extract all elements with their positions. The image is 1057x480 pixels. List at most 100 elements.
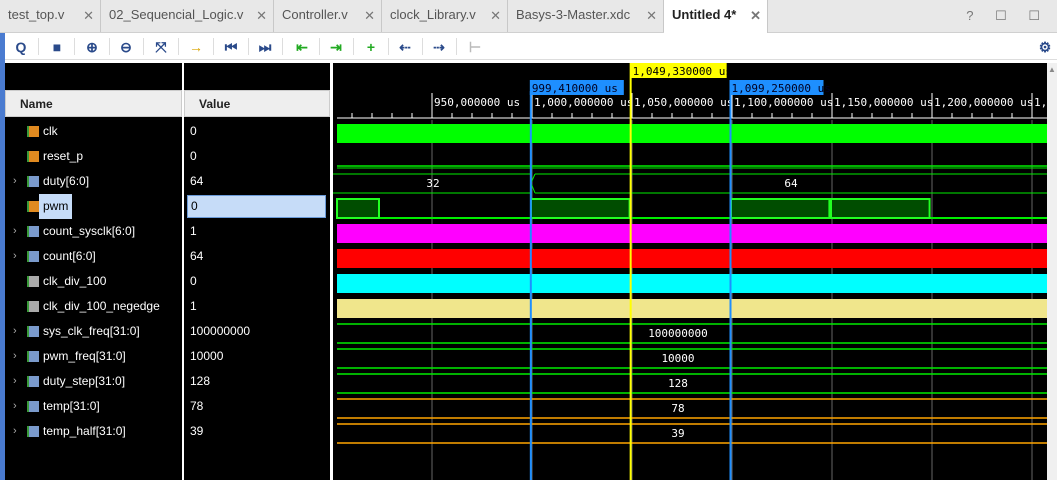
tick-label: 1,050,000000 us <box>634 96 733 109</box>
zoom-in-icon[interactable]: ⊕ <box>82 37 102 57</box>
add-marker-icon[interactable]: + <box>361 37 381 57</box>
duty-bus-value: 32 <box>426 177 439 190</box>
search-icon[interactable]: Q <box>11 37 31 57</box>
signal-value: 0 <box>190 124 197 138</box>
swap-cursors-icon[interactable]: ⊢ <box>465 37 485 57</box>
pwm-high-pulse <box>830 198 931 219</box>
bus-value-label: 128 <box>668 377 688 390</box>
close-tab-icon[interactable]: ✕ <box>750 1 761 31</box>
bus-value-label: 39 <box>671 427 684 440</box>
signal-name: clk_div_100_negedge <box>43 299 160 313</box>
next-marker-icon[interactable]: ⇢ <box>429 37 449 57</box>
bus-signal-icon <box>27 251 39 262</box>
pwm-high-pulse <box>336 198 380 219</box>
value-panel: Value 0 0 64 0 1 64 0 1 100000000 10000 128 78 39 <box>184 63 330 480</box>
expand-chevron-icon[interactable]: › <box>13 169 17 194</box>
signal-value: 1 <box>190 299 197 313</box>
tab-label: Controller.v <box>282 7 348 22</box>
go-to-end-icon[interactable]: ⏭ <box>255 37 275 57</box>
signal-row[interactable]: clk_div_100_negedge <box>5 294 182 319</box>
signal-row[interactable]: pwm <box>5 194 182 219</box>
expand-chevron-icon[interactable]: › <box>13 369 17 394</box>
marker-time: 1,099,250000 us <box>732 82 831 95</box>
signal-row[interactable]: clk <box>5 119 182 144</box>
toolbar-separator <box>422 38 423 55</box>
signal-row[interactable]: › duty_step[31:0] <box>5 369 182 394</box>
signal-name: count_sysclk[6:0] <box>43 224 136 238</box>
close-tab-icon[interactable]: ✕ <box>646 1 657 31</box>
toolbar-separator <box>248 38 249 55</box>
expand-chevron-icon[interactable]: › <box>13 394 17 419</box>
close-tab-icon[interactable]: ✕ <box>490 1 501 31</box>
signal-row[interactable]: › count_sysclk[6:0] <box>5 219 182 244</box>
signal-name: temp[31:0] <box>43 399 100 413</box>
waveform-count_sysclk <box>337 224 1047 243</box>
vertical-scrollbar[interactable]: ▲ <box>1047 63 1057 480</box>
previous-marker-icon[interactable]: ⇠ <box>395 37 415 57</box>
tab-3[interactable]: clock_Library.v ✕ <box>382 0 508 32</box>
tab-label: 02_Sequencial_Logic.v <box>109 7 244 22</box>
tab-5[interactable]: Untitled 4* ✕ <box>664 0 768 33</box>
bus-signal-icon <box>27 426 39 437</box>
signal-value: 128 <box>190 374 211 388</box>
bus-signal-icon <box>27 226 39 237</box>
expand-chevron-icon[interactable]: › <box>13 319 17 344</box>
expand-chevron-icon[interactable]: › <box>13 419 17 444</box>
expand-chevron-icon[interactable]: › <box>13 219 17 244</box>
save-icon[interactable]: ■ <box>47 37 67 57</box>
pwm-high-pulse <box>730 198 831 219</box>
bit-signal-icon <box>27 301 39 312</box>
signal-row[interactable]: › temp[31:0] <box>5 394 182 419</box>
signal-name: sys_clk_freq[31:0] <box>43 324 140 338</box>
signal-row[interactable]: › pwm_freq[31:0] <box>5 344 182 369</box>
signal-row[interactable]: › temp_half[31:0] <box>5 419 182 444</box>
signal-name: duty_step[31:0] <box>43 374 126 388</box>
tick-label: 1,200,000000 us <box>934 96 1033 109</box>
value-column-header[interactable]: Value <box>184 90 330 117</box>
signal-name: duty[6:0] <box>43 174 90 188</box>
waveform-toolbar: Q ■ ⊕ ⊖ ⤧ → ⏮ ⏭ ⇤ ⇥ + ⇠ ⇢ ⊢ ⚙ <box>5 33 1057 60</box>
tick-label: 950,000000 us <box>434 96 520 109</box>
close-tab-icon[interactable]: ✕ <box>364 1 375 31</box>
close-tab-icon[interactable]: ✕ <box>256 1 267 31</box>
expand-chevron-icon[interactable]: › <box>13 244 17 269</box>
name-column-header[interactable]: Name <box>5 90 182 117</box>
name-panel: Name clk reset_p › duty[6:0] pwm › count_syscl… <box>5 63 182 480</box>
signal-row[interactable]: reset_p <box>5 144 182 169</box>
signal-row[interactable]: › sys_clk_freq[31:0] <box>5 319 182 344</box>
bit-signal-icon <box>27 201 39 212</box>
tab-label: Untitled 4* <box>672 7 737 22</box>
tab-1[interactable]: 02_Sequencial_Logic.v ✕ <box>101 0 274 32</box>
zoom-fit-icon[interactable]: ⤧ <box>151 37 171 57</box>
go-to-cursor-icon[interactable]: → <box>186 37 206 57</box>
previous-transition-icon[interactable]: ⇤ <box>292 37 312 57</box>
signal-value: 0 <box>187 195 326 218</box>
waveform-canvas[interactable]: 950,000000 us 1,000,000000 us 1,050,000000… <box>333 63 1047 480</box>
go-to-start-icon[interactable]: ⏮ <box>221 37 241 57</box>
window-controls[interactable]: ? ☐ ☐ <box>966 8 1049 24</box>
tab-4[interactable]: Basys-3-Master.xdc ✕ <box>508 0 664 32</box>
expand-chevron-icon[interactable]: › <box>13 344 17 369</box>
settings-gear-icon[interactable]: ⚙ <box>1035 37 1055 57</box>
signal-name: reset_p <box>43 149 84 163</box>
tick-label: 1,2 <box>1034 96 1047 109</box>
signal-value: 0 <box>190 149 197 163</box>
signal-value: 78 <box>190 399 204 413</box>
next-transition-icon[interactable]: ⇥ <box>326 37 346 57</box>
signal-row[interactable]: clk_div_100 <box>5 269 182 294</box>
signal-value: 100000000 <box>190 324 251 338</box>
signal-row[interactable]: › duty[6:0] <box>5 169 182 194</box>
signal-row[interactable]: › count[6:0] <box>5 244 182 269</box>
scroll-up-icon[interactable]: ▲ <box>1048 65 1056 74</box>
bus-value-label: 10000 <box>661 352 694 365</box>
tab-label: Basys-3-Master.xdc <box>516 7 631 22</box>
tab-0[interactable]: test_top.v ✕ <box>0 0 101 32</box>
bit-signal-icon <box>27 126 39 137</box>
signal-value: 39 <box>190 424 204 438</box>
main-cursor-time: 1,049,330000 us <box>633 65 732 78</box>
waveform-clk <box>337 124 1047 143</box>
zoom-out-icon[interactable]: ⊖ <box>116 37 136 57</box>
close-tab-icon[interactable]: ✕ <box>83 1 94 31</box>
tab-2[interactable]: Controller.v ✕ <box>274 0 382 32</box>
bus-value-label: 78 <box>671 402 684 415</box>
